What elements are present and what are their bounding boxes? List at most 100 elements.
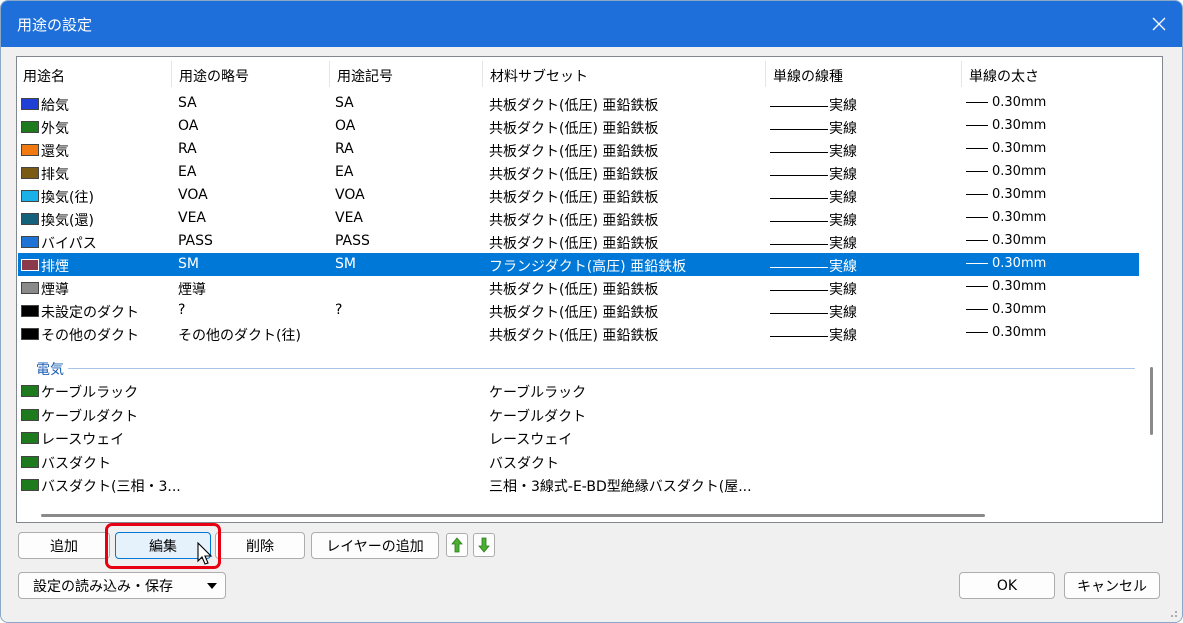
table-row[interactable]: その他のダクト その他のダクト(往) 共板ダクト(低圧) 亜鉛鉄板 実線 0.30mm xyxy=(18,322,1139,345)
line-type-sample xyxy=(770,174,828,176)
column-header-linetype[interactable]: 単線の線種 xyxy=(773,66,843,86)
table-row[interactable]: ケーブルラック ケーブルラック xyxy=(18,379,1139,402)
usage-name: 外気 xyxy=(41,121,69,137)
usage-abbr: VOA xyxy=(178,187,208,203)
line-width: 0.30mm xyxy=(966,279,1046,294)
line-width: 0.30mm xyxy=(966,95,1046,110)
color-swatch xyxy=(21,144,39,156)
usage-symbol: ? xyxy=(335,302,343,318)
column-header-name[interactable]: 用途名 xyxy=(23,66,65,86)
usage-abbr: VEA xyxy=(178,210,206,226)
material-subset: ケーブルダクト xyxy=(489,408,587,425)
line-width-sample xyxy=(966,102,988,103)
color-swatch xyxy=(21,282,39,294)
color-swatch xyxy=(21,190,39,202)
table-row[interactable]: バイパス PASS PASS 共板ダクト(低圧) 亜鉛鉄板 実線 0.30mm xyxy=(18,230,1139,253)
table-row[interactable]: 煙導 煙導 共板ダクト(低圧) 亜鉛鉄板 実線 0.30mm xyxy=(18,276,1139,299)
usage-abbr: ? xyxy=(178,302,186,318)
color-swatch xyxy=(21,432,39,444)
table-row[interactable]: 給気 SA SA 共板ダクト(低圧) 亜鉛鉄板 実線 0.30mm xyxy=(18,92,1139,115)
line-type: 実線 xyxy=(770,164,857,184)
material-subset: 共板ダクト(低圧) 亜鉛鉄板 xyxy=(489,328,659,344)
usage-abbr: SM xyxy=(178,256,199,272)
line-type-sample xyxy=(770,151,828,153)
usage-name: レースウェイ xyxy=(41,432,125,448)
line-type-sample xyxy=(770,197,828,199)
line-type: 実線 xyxy=(770,279,857,299)
line-type-label: 実線 xyxy=(829,328,857,344)
material-subset: バスダクト xyxy=(489,455,559,472)
load-save-settings-button[interactable]: 設定の読み込み・保存 xyxy=(18,572,226,599)
move-down-button[interactable] xyxy=(473,533,495,557)
window-title: 用途の設定 xyxy=(17,16,93,34)
usage-symbol: SM xyxy=(335,256,356,272)
usage-abbr: その他のダクト(往) xyxy=(178,328,301,344)
add-layer-button[interactable]: レイヤーの追加 xyxy=(311,532,439,559)
material-subset: レースウェイ xyxy=(489,432,573,448)
horizontal-scrollbar[interactable] xyxy=(17,507,1141,522)
line-width-sample xyxy=(966,309,988,310)
line-width: 0.30mm xyxy=(966,187,1046,202)
line-type: 実線 xyxy=(770,233,857,253)
usage-list[interactable]: 用途名 用途の略号 用途記号 材料サブセット 単線の線種 単線の太さ 給気 SA S… xyxy=(16,56,1163,523)
vertical-scrollbar[interactable] xyxy=(1141,57,1162,522)
ok-button[interactable]: OK xyxy=(959,572,1055,599)
line-type-label: 実線 xyxy=(829,282,857,298)
delete-button[interactable]: 削除 xyxy=(215,532,305,559)
add-button[interactable]: 追加 xyxy=(18,532,110,559)
table-row[interactable]: 外気 OA OA 共板ダクト(低圧) 亜鉛鉄板 実線 0.30mm xyxy=(18,115,1139,138)
line-width: 0.30mm xyxy=(966,164,1046,179)
list-header: 用途名 用途の略号 用途記号 材料サブセット 単線の線種 単線の太さ xyxy=(17,57,1141,91)
table-row[interactable]: ケーブルダクト ケーブルダクト xyxy=(18,403,1139,426)
resize-grip-icon[interactable] xyxy=(1168,608,1178,618)
line-width-label: 0.30mm xyxy=(992,187,1047,202)
table-row[interactable]: 還気 RA RA 共板ダクト(低圧) 亜鉛鉄板 実線 0.30mm xyxy=(18,138,1139,161)
material-subset: 共板ダクト(低圧) 亜鉛鉄板 xyxy=(489,282,659,298)
line-type-sample xyxy=(770,105,828,107)
vertical-scroll-thumb[interactable] xyxy=(1150,367,1153,435)
material-subset: 共板ダクト(低圧) 亜鉛鉄板 xyxy=(489,98,659,114)
table-row[interactable]: バスダクト バスダクト xyxy=(18,450,1139,473)
line-width: 0.30mm xyxy=(966,141,1046,156)
usage-symbol: OA xyxy=(335,118,356,134)
line-type-sample xyxy=(770,312,828,314)
line-type-label: 実線 xyxy=(829,236,857,252)
table-row[interactable]: 排気 EA EA 共板ダクト(低圧) 亜鉛鉄板 実線 0.30mm xyxy=(18,161,1139,184)
usage-name: 換気(往) xyxy=(41,190,94,206)
horizontal-scroll-thumb[interactable] xyxy=(41,514,985,517)
table-row[interactable]: 換気(還) VEA VEA 共板ダクト(低圧) 亜鉛鉄板 実線 0.30mm xyxy=(18,207,1139,230)
usage-name: ケーブルラック xyxy=(41,385,139,401)
line-width-label: 0.30mm xyxy=(992,279,1047,294)
usage-name: 煙導 xyxy=(41,282,69,298)
usage-abbr: OA xyxy=(178,118,199,134)
table-row[interactable]: 換気(往) VOA VOA 共板ダクト(低圧) 亜鉛鉄板 実線 0.30mm xyxy=(18,184,1139,207)
line-type: 実線 xyxy=(770,210,857,230)
table-row[interactable]: レースウェイ レースウェイ xyxy=(18,426,1139,449)
usage-abbr: EA xyxy=(178,164,197,180)
table-row[interactable]: 未設定のダクト?? 共板ダクト(低圧) 亜鉛鉄板 実線 0.30mm xyxy=(18,299,1139,322)
line-width: 0.30mm xyxy=(966,325,1046,340)
group-header-electric: 電気 xyxy=(18,356,1139,379)
table-row[interactable]: 排煙 SM SM フランジダクト(高圧) 亜鉛鉄板 実線 0.30mm xyxy=(18,253,1139,276)
material-subset: フランジダクト(高圧) 亜鉛鉄板 xyxy=(489,259,687,275)
column-header-material[interactable]: 材料サブセット xyxy=(490,66,588,86)
material-subset: 共板ダクト(低圧) 亜鉛鉄板 xyxy=(489,236,659,252)
column-header-abbr[interactable]: 用途の略号 xyxy=(179,66,249,86)
usage-name: バイパス xyxy=(41,236,97,252)
line-width-label: 0.30mm xyxy=(992,210,1047,225)
column-header-width[interactable]: 単線の太さ xyxy=(969,66,1039,86)
usage-name: 未設定のダクト xyxy=(41,305,139,321)
close-button[interactable] xyxy=(1136,1,1182,47)
line-width-sample xyxy=(966,332,988,333)
table-row[interactable]: バスダクト(三相・3... 三相・3線式-E-BD型絶縁バスダクト(屋... xyxy=(18,473,1139,496)
dialog-window: 用途の設定 用途名 用途の略号 用途記号 材料サブセット 単線の線種 単線の太さ… xyxy=(0,0,1183,623)
move-up-button[interactable] xyxy=(446,533,468,557)
cancel-button[interactable]: キャンセル xyxy=(1064,572,1160,599)
column-header-symbol[interactable]: 用途記号 xyxy=(337,66,393,86)
color-swatch xyxy=(21,167,39,179)
material-subset: 共板ダクト(低圧) 亜鉛鉄板 xyxy=(489,167,659,183)
line-width: 0.30mm xyxy=(966,210,1046,225)
close-icon xyxy=(1152,17,1166,31)
usage-name: ケーブルダクト xyxy=(41,408,139,425)
line-width-sample xyxy=(966,240,988,241)
